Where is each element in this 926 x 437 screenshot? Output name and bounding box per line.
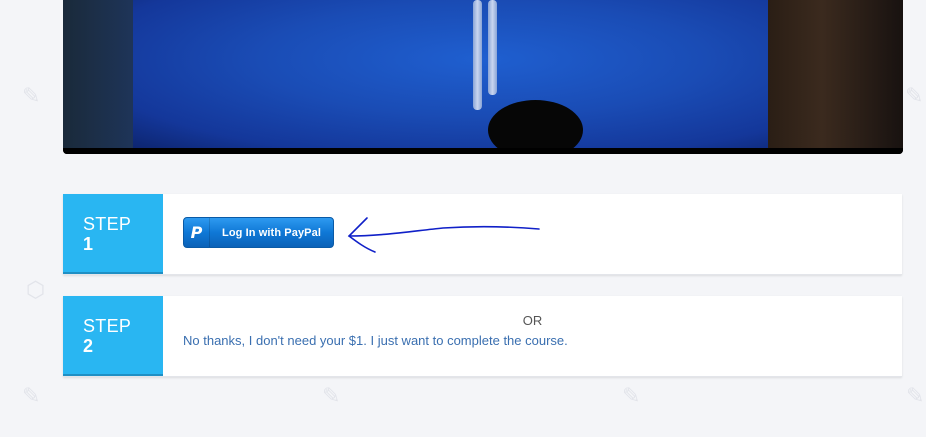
- step-label: STEP: [83, 214, 132, 234]
- video-bottom-bar: [63, 148, 903, 154]
- step-1-badge: STEP 1: [63, 194, 163, 274]
- step-2-badge: STEP 2: [63, 296, 163, 376]
- cube-icon: ⬡: [26, 278, 46, 303]
- pencil-icon: ✎: [905, 84, 924, 109]
- hand-drawn-arrow-icon: [347, 217, 540, 253]
- video-player[interactable]: [63, 0, 903, 154]
- paypal-login-label: Log In with PayPal: [222, 226, 321, 239]
- video-frame-content: [133, 0, 833, 154]
- hoodie-string-left: [473, 0, 482, 110]
- video-background-right: [768, 0, 903, 148]
- pencil-icon: ✎: [622, 384, 641, 409]
- microphone: [488, 100, 583, 154]
- hoodie-string-right: [488, 0, 497, 95]
- pencil-icon: ✎: [22, 384, 41, 409]
- paypal-login-button[interactable]: P Log In with PayPal: [183, 217, 334, 248]
- paypal-logo-icon: P: [184, 218, 210, 247]
- step-1-card: STEP 1 P Log In with PayPal: [63, 194, 902, 275]
- step-2-card: STEP 2 OR No thanks, I don't need your $…: [63, 296, 902, 377]
- or-divider-text: OR: [522, 313, 543, 328]
- pencil-icon: ✎: [322, 384, 341, 409]
- pencil-icon: ✎: [906, 384, 925, 409]
- step-number: 2: [83, 336, 94, 356]
- no-thanks-link[interactable]: No thanks, I don't need your $1. I just …: [183, 333, 568, 348]
- pencil-icon: ✎: [22, 84, 41, 109]
- step-number: 1: [83, 234, 94, 254]
